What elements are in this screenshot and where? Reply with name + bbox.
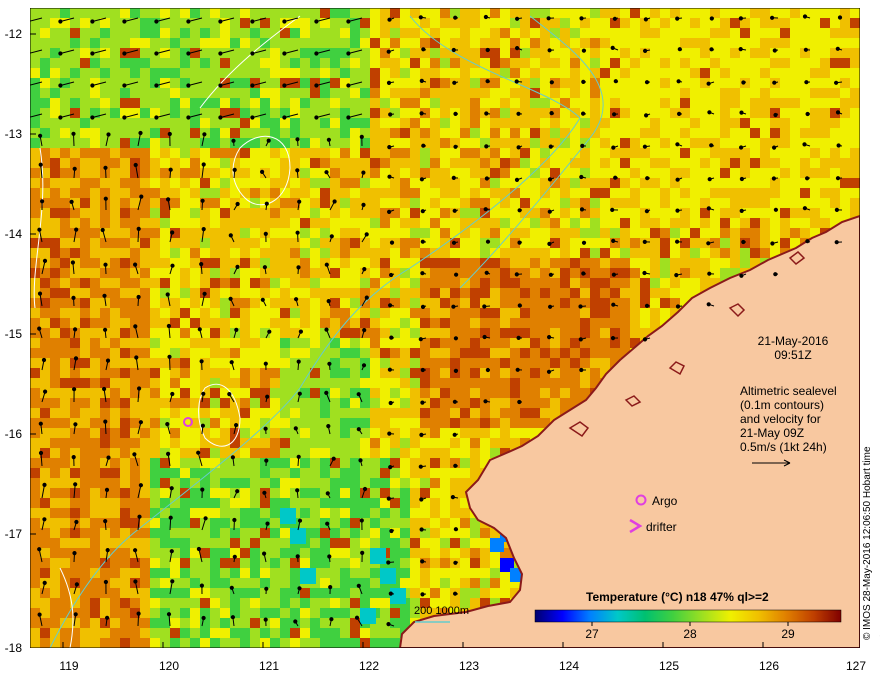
lat-tick-label: -17 <box>4 527 22 541</box>
lat-tick-label: -15 <box>4 327 22 341</box>
info-line: (0.1m contours) <box>740 398 825 412</box>
info-line: 21-May 09Z <box>740 426 805 440</box>
sst-map <box>30 8 860 648</box>
date-text: 21-May-2016 <box>757 334 829 348</box>
info-line: and velocity for <box>740 412 821 426</box>
lat-tick-label: -16 <box>4 427 22 441</box>
lat-tick-label: -18 <box>4 641 22 655</box>
lon-tick-label: 122 <box>358 659 380 673</box>
lon-tick-label: 126 <box>758 659 780 673</box>
lon-tick-label: 124 <box>558 659 580 673</box>
colorbar-tick-label: 28 <box>683 627 697 641</box>
colorbar-tick-label: 30 <box>871 627 880 641</box>
argo-legend-label: Argo <box>652 494 678 508</box>
colorbar-tick-label: 29 <box>781 627 795 641</box>
lat-tick-label: -13 <box>4 127 22 141</box>
lon-tick-label: 120 <box>158 659 180 673</box>
drifter-legend-label: drifter <box>646 520 677 534</box>
info-line: Altimetric sealevel <box>740 384 837 398</box>
lon-tick-label: 127 <box>845 659 867 673</box>
colorbar-tick-label: 27 <box>585 627 599 641</box>
credit-text: © IMOS 28-May-2016 12:06:50 Hobart time <box>862 446 873 640</box>
isobath-legend-label: 200 1000m <box>414 605 470 617</box>
lon-tick-label: 119 <box>59 659 79 673</box>
lat-tick-label: -14 <box>4 227 22 241</box>
lon-tick-label: 121 <box>258 659 280 673</box>
lon-tick-label: 123 <box>458 659 480 673</box>
colorbar <box>534 609 842 623</box>
lat-tick-label: -12 <box>4 27 22 41</box>
date-time-label: 21-May-2016 09:51Z <box>738 334 848 362</box>
altimetry-info: Altimetric sealevel (0.1m contours) and … <box>740 384 840 454</box>
time-text: 09:51Z <box>774 348 812 362</box>
lon-tick-label: 125 <box>658 659 680 673</box>
info-line: 0.5m/s (1kt 24h) <box>740 440 827 454</box>
colorbar-title: Temperature (°C) n18 47% ql>=2 <box>586 590 769 604</box>
